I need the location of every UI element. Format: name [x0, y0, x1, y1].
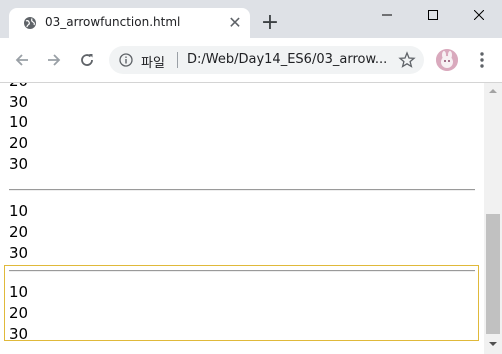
scrollbar-thumb[interactable] [486, 214, 500, 334]
forward-icon [48, 54, 61, 66]
profile-avatar[interactable] [436, 49, 458, 71]
scheme-label: 파일 [141, 56, 165, 71]
close-icon [474, 10, 484, 20]
title-bar: 03_arrowfunction.html ✕ + [0, 0, 502, 38]
highlighted-element-outline [4, 265, 479, 341]
output-line: 30 [9, 155, 29, 173]
horizontal-rule [9, 270, 475, 272]
address-bar[interactable]: 파일 D:/Web/Day14_ES6/03_arrow... [109, 46, 424, 74]
reload-icon [81, 54, 93, 66]
page-viewport: 20 30 10 20 30 10 20 30 10 20 30 [0, 83, 502, 354]
forward-button[interactable] [42, 48, 66, 72]
tab-title: 03_arrowfunction.html [45, 15, 181, 29]
minimize-icon [382, 14, 392, 16]
output-line: 10 [9, 202, 29, 220]
output-line: 20 [9, 304, 29, 322]
output-line: 10 [9, 283, 29, 301]
globe-icon [24, 17, 36, 29]
back-button[interactable] [10, 48, 34, 72]
scroll-down-button[interactable] [484, 336, 502, 352]
output-line: 20 [9, 83, 28, 92]
scroll-up-icon [489, 89, 497, 93]
output-line: 20 [9, 134, 29, 152]
maximize-icon [428, 10, 438, 20]
scroll-up-button[interactable] [484, 83, 502, 99]
info-icon[interactable] [119, 53, 133, 67]
output-line: 30 [9, 244, 29, 262]
output-line: 30 [9, 325, 29, 343]
avatar-image [436, 49, 458, 71]
reload-button[interactable] [75, 48, 99, 72]
back-icon [15, 54, 28, 66]
vertical-scrollbar[interactable] [484, 83, 502, 354]
menu-icon[interactable] [472, 50, 492, 70]
browser-tab[interactable]: 03_arrowfunction.html ✕ [9, 8, 250, 38]
new-tab-button[interactable]: + [258, 12, 282, 36]
omnibox-divider [177, 52, 178, 68]
output-line: 10 [9, 113, 29, 131]
maximize-button[interactable] [410, 0, 456, 30]
url-text[interactable]: D:/Web/Day14_ES6/03_arrow... [187, 52, 387, 67]
browser-toolbar: 파일 D:/Web/Day14_ES6/03_arrow... [0, 38, 502, 83]
page-content: 20 30 10 20 30 10 20 30 10 20 30 [0, 83, 484, 354]
output-line: 30 [9, 93, 29, 111]
star-icon[interactable] [398, 51, 416, 69]
scroll-down-icon [489, 342, 497, 346]
output-line: 20 [9, 223, 29, 241]
horizontal-rule [9, 189, 475, 191]
close-window-button[interactable] [456, 0, 502, 30]
minimize-button[interactable] [364, 0, 410, 30]
close-tab-icon[interactable]: ✕ [227, 15, 243, 31]
